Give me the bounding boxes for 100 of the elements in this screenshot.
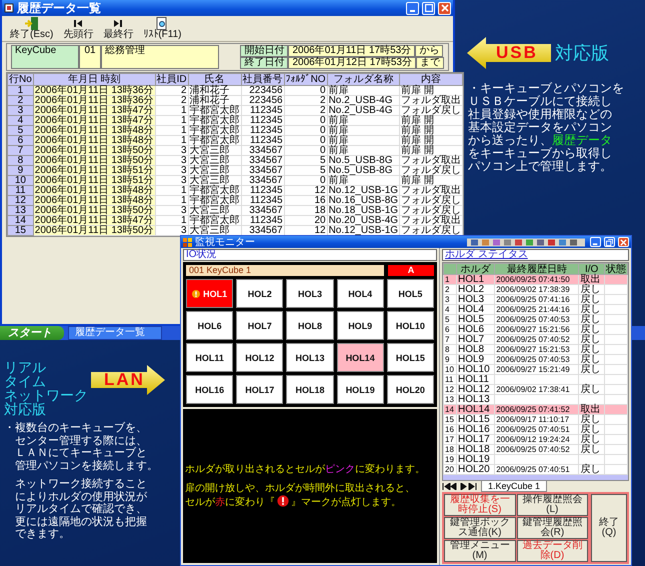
alert-icon: [277, 495, 289, 507]
minimize-button[interactable]: [406, 2, 419, 14]
sheet-navigation-icon[interactable]: [442, 482, 478, 490]
close-button[interactable]: [438, 2, 451, 14]
status-row[interactable]: 3 HOL3 2006/09/25 07:41:16 戻し: [444, 294, 628, 304]
column-header: ﾌｫﾙﾀﾞNO: [284, 74, 328, 86]
status-row[interactable]: 11 HOL11: [444, 374, 628, 384]
holder-cell[interactable]: HOL7: [236, 311, 284, 340]
row-number-cell: 1: [444, 274, 456, 284]
holder-cell[interactable]: HOL6: [186, 311, 234, 340]
status-row[interactable]: 1 HOL1 2006/09/25 07:41:50 取出: [444, 274, 628, 284]
holder-cell[interactable]: HOL17: [236, 375, 284, 404]
status-row[interactable]: 14 HOL14 2006/09/25 07:41:52 取出: [444, 404, 628, 414]
description-line: パソコン上で管理します。: [468, 160, 613, 173]
holder-cell: HOL7: [456, 334, 495, 344]
toolbar-button[interactable]: 終了(Esc): [6, 17, 58, 40]
description-line: ・キーキューブとパソコンを: [468, 82, 625, 95]
datetime-cell: 2006/09/25 07:40:53: [494, 314, 579, 324]
action-button[interactable]: 鍵管理ボックス通信(K): [444, 517, 516, 539]
name-cell: 浦和花子: [188, 86, 242, 96]
holder-cell[interactable]: HOL1: [186, 279, 234, 308]
content-cell: フォルダ取出: [400, 156, 463, 166]
datetime-cell: 2006/09/25 07:40:52: [494, 444, 579, 454]
datetime-cell: 2006年01月11日 13時50分: [33, 206, 156, 216]
holder-cell[interactable]: HOL11: [186, 343, 234, 372]
holder-cell: HOL18: [456, 444, 495, 454]
action-button[interactable]: 過去データ削除(D): [516, 540, 588, 562]
content-cell: 前扉 開: [400, 126, 463, 136]
holder-cell[interactable]: HOL19: [336, 375, 384, 404]
sheet-tab[interactable]: 1.KeyCube 1: [481, 480, 548, 492]
toolbar-button[interactable]: 先頭行: [59, 17, 98, 40]
status-row[interactable]: 15 HOL15 2006/09/17 11:10:17 戻し: [444, 414, 628, 424]
holder-cell[interactable]: HOL13: [286, 343, 334, 372]
status-row[interactable]: 12 HOL12 2006/09/02 17:38:41 戻し: [444, 384, 628, 394]
alarm-indicator: A: [388, 265, 434, 276]
content-cell: フォルダ戻し: [400, 106, 463, 116]
content-cell: フォルダ取出: [400, 186, 463, 196]
action-button[interactable]: 操作履歴照会(L): [516, 494, 588, 516]
status-row[interactable]: 16 HOL16 2006/09/25 07:40:51 戻し: [444, 424, 628, 434]
holder-cell[interactable]: HOL5: [386, 279, 434, 308]
status-row[interactable]: 8 HOL8 2006/09/27 15:21:53 戻し: [444, 344, 628, 354]
status-row[interactable]: 10 HOL10 2006/09/27 15:21:49 戻し: [444, 364, 628, 374]
datetime-cell: 2006年01月11日 13時36分: [33, 96, 156, 106]
status-row[interactable]: 19 HOL19: [444, 454, 628, 464]
description-line: から送ったり、履歴データ: [468, 134, 613, 147]
holder-cell[interactable]: HOL15: [386, 343, 434, 372]
holder-cell[interactable]: HOL4: [336, 279, 384, 308]
holder-cell[interactable]: HOL9: [336, 311, 384, 340]
skip-last-icon: [113, 17, 124, 30]
restore-button[interactable]: [604, 237, 615, 247]
action-button[interactable]: 鍵管理履歴照会(R): [516, 517, 588, 539]
status-row[interactable]: 5 HOL5 2006/09/25 07:40:53 戻し: [444, 314, 628, 324]
datetime-cell: 2006年01月11日 13時51分: [33, 176, 156, 186]
action-button[interactable]: 管理メニュー(M): [444, 540, 516, 562]
toolbar-button[interactable]: ﾘｽﾄ(F11): [139, 17, 186, 40]
description-line: ・複数台のキーキューブを、: [4, 422, 148, 434]
holder-cell[interactable]: HOL3: [286, 279, 334, 308]
column-header: 社員ID: [155, 74, 188, 86]
holder-cell[interactable]: HOL18: [286, 375, 334, 404]
close-button[interactable]: [618, 237, 629, 247]
datetime-cell: 2006年01月11日 13時51分: [33, 166, 156, 176]
holder-cell: HOL2: [456, 284, 495, 294]
name-cell: 宇都宮太郎: [188, 116, 242, 126]
holder-cell[interactable]: HOL8: [286, 311, 334, 340]
holder-cell[interactable]: HOL12: [236, 343, 284, 372]
io-cell: 戻し: [578, 304, 604, 314]
io-cell: 戻し: [578, 354, 604, 364]
exit-button[interactable]: 終了(Q): [591, 494, 627, 562]
status-row[interactable]: 9 HOL9 2006/09/25 07:40:53 戻し: [444, 354, 628, 364]
holder-cell[interactable]: HOL2: [236, 279, 284, 308]
taskbar-button[interactable]: 履歴データ一覧: [68, 326, 162, 340]
holder-cell[interactable]: HOL10: [386, 311, 434, 340]
holder-cell[interactable]: HOL20: [386, 375, 434, 404]
holder-cell[interactable]: HOL14: [336, 343, 384, 372]
status-row[interactable]: 18 HOL18 2006/09/25 07:40:52 戻し: [444, 444, 628, 454]
status-row[interactable]: 17 HOL17 2006/09/12 19:24:24 戻し: [444, 434, 628, 444]
holder-cell[interactable]: HOL16: [186, 375, 234, 404]
status-row[interactable]: 4 HOL4 2006/09/25 21:44:16 戻し: [444, 304, 628, 314]
status-row[interactable]: 7 HOL7 2006/09/25 07:40:52 戻し: [444, 334, 628, 344]
row-number-cell: 10: [8, 176, 34, 186]
action-button[interactable]: 履歴収集を一時停止(S): [444, 494, 516, 516]
toolbar-button[interactable]: 最終行: [99, 17, 138, 40]
usb-label: USB: [496, 44, 538, 62]
status-row[interactable]: 6 HOL6 2006/09/27 15:21:56 戻し: [444, 324, 628, 334]
minimize-button[interactable]: [590, 237, 601, 247]
status-row[interactable]: 2 HOL2 2006/09/02 17:38:39 戻し: [444, 284, 628, 294]
row-number-cell: 4: [8, 116, 34, 126]
name-cell: 宇都宮太郎: [188, 196, 242, 206]
row-number-cell: 18: [444, 444, 456, 454]
datetime-cell: 2006/09/25 07:40:52: [494, 334, 579, 344]
code-field: 01: [79, 45, 101, 69]
maximize-button[interactable]: [422, 2, 435, 14]
document-icon: [156, 17, 168, 30]
row-number-cell: 14: [444, 404, 456, 414]
row-number-cell: 12: [8, 196, 34, 206]
datetime-cell: 2006/09/27 15:21:49: [494, 364, 579, 374]
io-cell: 戻し: [578, 434, 604, 444]
status-row[interactable]: 20 HOL20 2006/09/25 07:40:51 戻し: [444, 464, 628, 474]
name-cell: 宇都宮太郎: [188, 126, 242, 136]
name-cell: 宇都宮太郎: [188, 186, 242, 196]
